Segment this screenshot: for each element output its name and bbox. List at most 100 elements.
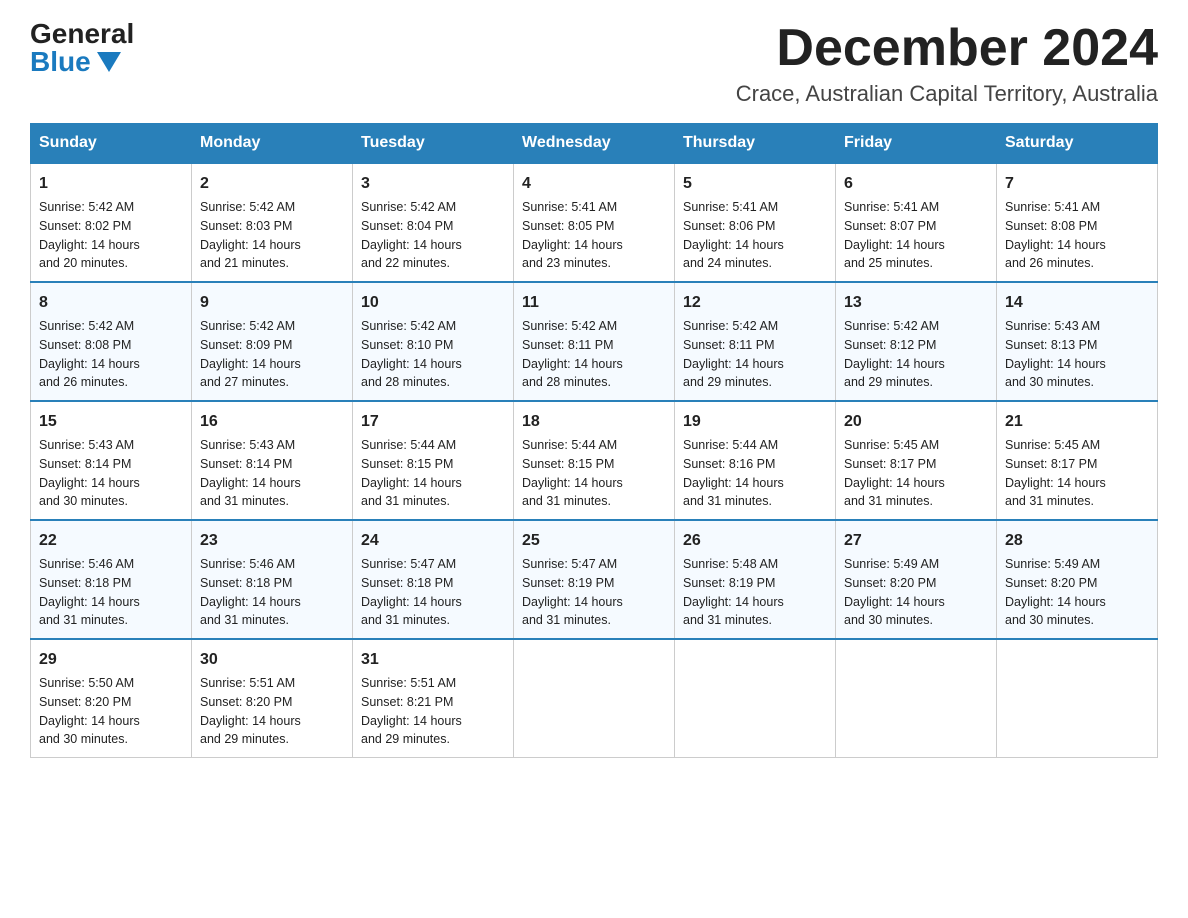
day-info: Sunrise: 5:42 AMSunset: 8:08 PMDaylight:… bbox=[39, 317, 183, 392]
day-number: 19 bbox=[683, 410, 827, 434]
week-row-4: 22Sunrise: 5:46 AMSunset: 8:18 PMDayligh… bbox=[31, 520, 1158, 639]
calendar-cell: 18Sunrise: 5:44 AMSunset: 8:15 PMDayligh… bbox=[514, 401, 675, 520]
day-info: Sunrise: 5:42 AMSunset: 8:11 PMDaylight:… bbox=[683, 317, 827, 392]
calendar-cell: 19Sunrise: 5:44 AMSunset: 8:16 PMDayligh… bbox=[675, 401, 836, 520]
page-header: General Blue December 2024 Crace, Austra… bbox=[30, 20, 1158, 107]
calendar-cell: 12Sunrise: 5:42 AMSunset: 8:11 PMDayligh… bbox=[675, 282, 836, 401]
calendar-cell bbox=[514, 639, 675, 758]
location-title: Crace, Australian Capital Territory, Aus… bbox=[736, 81, 1158, 107]
day-info: Sunrise: 5:51 AMSunset: 8:21 PMDaylight:… bbox=[361, 674, 505, 749]
day-number: 21 bbox=[1005, 410, 1149, 434]
day-info: Sunrise: 5:46 AMSunset: 8:18 PMDaylight:… bbox=[39, 555, 183, 630]
day-number: 24 bbox=[361, 529, 505, 553]
calendar-cell: 22Sunrise: 5:46 AMSunset: 8:18 PMDayligh… bbox=[31, 520, 192, 639]
column-header-saturday: Saturday bbox=[997, 124, 1158, 164]
calendar-cell: 20Sunrise: 5:45 AMSunset: 8:17 PMDayligh… bbox=[836, 401, 997, 520]
day-number: 17 bbox=[361, 410, 505, 434]
day-number: 27 bbox=[844, 529, 988, 553]
day-info: Sunrise: 5:42 AMSunset: 8:12 PMDaylight:… bbox=[844, 317, 988, 392]
day-number: 30 bbox=[200, 648, 344, 672]
day-info: Sunrise: 5:41 AMSunset: 8:08 PMDaylight:… bbox=[1005, 198, 1149, 273]
calendar-cell: 9Sunrise: 5:42 AMSunset: 8:09 PMDaylight… bbox=[192, 282, 353, 401]
calendar-cell bbox=[997, 639, 1158, 758]
day-info: Sunrise: 5:45 AMSunset: 8:17 PMDaylight:… bbox=[1005, 436, 1149, 511]
day-number: 28 bbox=[1005, 529, 1149, 553]
day-number: 9 bbox=[200, 291, 344, 315]
calendar-cell: 27Sunrise: 5:49 AMSunset: 8:20 PMDayligh… bbox=[836, 520, 997, 639]
logo-triangle-icon bbox=[97, 52, 121, 72]
calendar-cell: 28Sunrise: 5:49 AMSunset: 8:20 PMDayligh… bbox=[997, 520, 1158, 639]
week-row-2: 8Sunrise: 5:42 AMSunset: 8:08 PMDaylight… bbox=[31, 282, 1158, 401]
day-number: 25 bbox=[522, 529, 666, 553]
calendar-cell: 15Sunrise: 5:43 AMSunset: 8:14 PMDayligh… bbox=[31, 401, 192, 520]
day-info: Sunrise: 5:46 AMSunset: 8:18 PMDaylight:… bbox=[200, 555, 344, 630]
day-number: 6 bbox=[844, 172, 988, 196]
day-info: Sunrise: 5:42 AMSunset: 8:02 PMDaylight:… bbox=[39, 198, 183, 273]
day-info: Sunrise: 5:44 AMSunset: 8:16 PMDaylight:… bbox=[683, 436, 827, 511]
column-header-sunday: Sunday bbox=[31, 124, 192, 164]
day-info: Sunrise: 5:51 AMSunset: 8:20 PMDaylight:… bbox=[200, 674, 344, 749]
day-info: Sunrise: 5:50 AMSunset: 8:20 PMDaylight:… bbox=[39, 674, 183, 749]
day-info: Sunrise: 5:48 AMSunset: 8:19 PMDaylight:… bbox=[683, 555, 827, 630]
day-number: 16 bbox=[200, 410, 344, 434]
column-header-wednesday: Wednesday bbox=[514, 124, 675, 164]
day-number: 3 bbox=[361, 172, 505, 196]
column-header-thursday: Thursday bbox=[675, 124, 836, 164]
week-row-3: 15 Sunrise: 5:43 AMSunset: 8:14 PMDayligh… bbox=[31, 401, 1158, 520]
day-info: Sunrise: 5:42 AMSunset: 8:04 PMDaylight:… bbox=[361, 198, 505, 273]
column-header-tuesday: Tuesday bbox=[353, 124, 514, 164]
day-info: Sunrise: 5:44 AMSunset: 8:15 PMDaylight:… bbox=[361, 436, 505, 511]
calendar-cell: 5Sunrise: 5:41 AMSunset: 8:06 PMDaylight… bbox=[675, 163, 836, 282]
calendar-cell: 31Sunrise: 5:51 AMSunset: 8:21 PMDayligh… bbox=[353, 639, 514, 758]
day-number: 2 bbox=[200, 172, 344, 196]
column-header-friday: Friday bbox=[836, 124, 997, 164]
calendar-cell: 29Sunrise: 5:50 AMSunset: 8:20 PMDayligh… bbox=[31, 639, 192, 758]
day-number: 26 bbox=[683, 529, 827, 553]
calendar-cell: 14Sunrise: 5:43 AMSunset: 8:13 PMDayligh… bbox=[997, 282, 1158, 401]
day-number: 13 bbox=[844, 291, 988, 315]
calendar-cell bbox=[675, 639, 836, 758]
calendar-cell: 21Sunrise: 5:45 AMSunset: 8:17 PMDayligh… bbox=[997, 401, 1158, 520]
day-number: 14 bbox=[1005, 291, 1149, 315]
day-info: Sunrise: 5:43 AMSunset: 8:14 PMDaylight:… bbox=[200, 436, 344, 511]
week-row-1: 1Sunrise: 5:42 AMSunset: 8:02 PMDaylight… bbox=[31, 163, 1158, 282]
calendar-cell: 3Sunrise: 5:42 AMSunset: 8:04 PMDaylight… bbox=[353, 163, 514, 282]
calendar-cell: 7Sunrise: 5:41 AMSunset: 8:08 PMDaylight… bbox=[997, 163, 1158, 282]
day-number: 11 bbox=[522, 291, 666, 315]
calendar-cell: 16Sunrise: 5:43 AMSunset: 8:14 PMDayligh… bbox=[192, 401, 353, 520]
calendar-cell: 25Sunrise: 5:47 AMSunset: 8:19 PMDayligh… bbox=[514, 520, 675, 639]
day-number: 18 bbox=[522, 410, 666, 434]
day-info: Sunrise: 5:42 AMSunset: 8:11 PMDaylight:… bbox=[522, 317, 666, 392]
calendar-cell: 10Sunrise: 5:42 AMSunset: 8:10 PMDayligh… bbox=[353, 282, 514, 401]
calendar-cell: 13Sunrise: 5:42 AMSunset: 8:12 PMDayligh… bbox=[836, 282, 997, 401]
calendar-body: 1Sunrise: 5:42 AMSunset: 8:02 PMDaylight… bbox=[31, 163, 1158, 758]
day-number: 4 bbox=[522, 172, 666, 196]
title-area: December 2024 Crace, Australian Capital … bbox=[736, 20, 1158, 107]
calendar-cell: 6Sunrise: 5:41 AMSunset: 8:07 PMDaylight… bbox=[836, 163, 997, 282]
month-title: December 2024 bbox=[736, 20, 1158, 77]
logo-blue-text: Blue bbox=[30, 48, 121, 76]
column-header-monday: Monday bbox=[192, 124, 353, 164]
calendar-cell: 30Sunrise: 5:51 AMSunset: 8:20 PMDayligh… bbox=[192, 639, 353, 758]
day-number: 22 bbox=[39, 529, 183, 553]
day-number: 31 bbox=[361, 648, 505, 672]
day-info: Sunrise: 5:49 AMSunset: 8:20 PMDaylight:… bbox=[844, 555, 988, 630]
logo-general-text: General bbox=[30, 20, 134, 48]
calendar-cell: 23Sunrise: 5:46 AMSunset: 8:18 PMDayligh… bbox=[192, 520, 353, 639]
day-info: Sunrise: 5:47 AMSunset: 8:19 PMDaylight:… bbox=[522, 555, 666, 630]
day-number: 15 bbox=[39, 410, 183, 434]
day-number: 5 bbox=[683, 172, 827, 196]
day-number: 1 bbox=[39, 172, 183, 196]
calendar-cell: 26Sunrise: 5:48 AMSunset: 8:19 PMDayligh… bbox=[675, 520, 836, 639]
logo: General Blue bbox=[30, 20, 134, 76]
day-number: 12 bbox=[683, 291, 827, 315]
calendar-cell: 17Sunrise: 5:44 AMSunset: 8:15 PMDayligh… bbox=[353, 401, 514, 520]
day-info: Sunrise: 5:43 AMSunset: 8:13 PMDaylight:… bbox=[1005, 317, 1149, 392]
day-info: Sunrise: 5:41 AMSunset: 8:05 PMDaylight:… bbox=[522, 198, 666, 273]
day-info: Sunrise: 5:42 AMSunset: 8:09 PMDaylight:… bbox=[200, 317, 344, 392]
day-info: Sunrise: 5:47 AMSunset: 8:18 PMDaylight:… bbox=[361, 555, 505, 630]
day-info: Sunrise: 5:41 AMSunset: 8:06 PMDaylight:… bbox=[683, 198, 827, 273]
calendar-cell bbox=[836, 639, 997, 758]
calendar-cell: 2Sunrise: 5:42 AMSunset: 8:03 PMDaylight… bbox=[192, 163, 353, 282]
day-info: Sunrise: 5:49 AMSunset: 8:20 PMDaylight:… bbox=[1005, 555, 1149, 630]
